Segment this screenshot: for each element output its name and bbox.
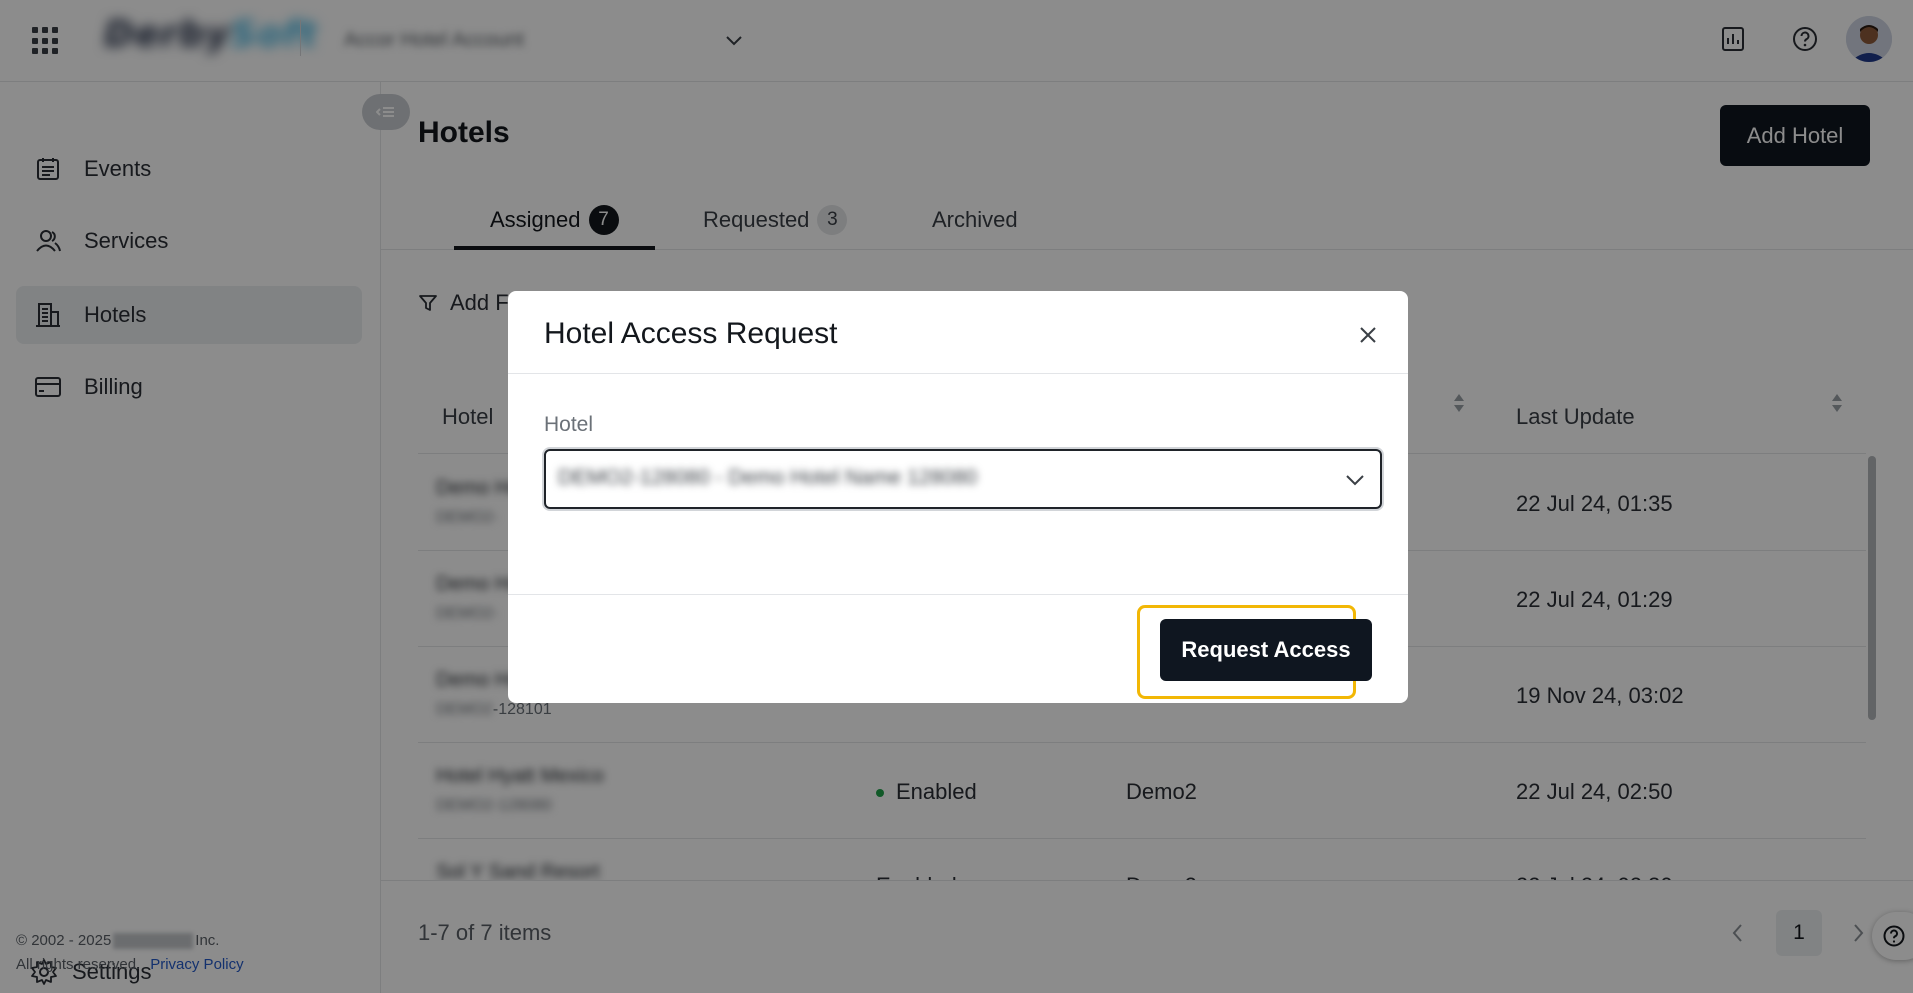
divider	[508, 373, 1408, 374]
dialog-title: Hotel Access Request	[544, 317, 838, 350]
chevron-down-icon	[1346, 475, 1364, 486]
hotel-field-label: Hotel	[544, 413, 594, 436]
hotel-access-request-dialog: Hotel Access Request Hotel DEMO2-128080 …	[508, 291, 1408, 703]
divider	[508, 594, 1408, 595]
selected-hotel-value: DEMO2-128080 - Demo Hotel Name 128080	[558, 466, 978, 489]
request-access-button[interactable]: Request Access	[1160, 619, 1372, 681]
close-icon[interactable]	[1354, 321, 1382, 349]
hotel-select[interactable]: DEMO2-128080 - Demo Hotel Name 128080	[544, 449, 1382, 509]
